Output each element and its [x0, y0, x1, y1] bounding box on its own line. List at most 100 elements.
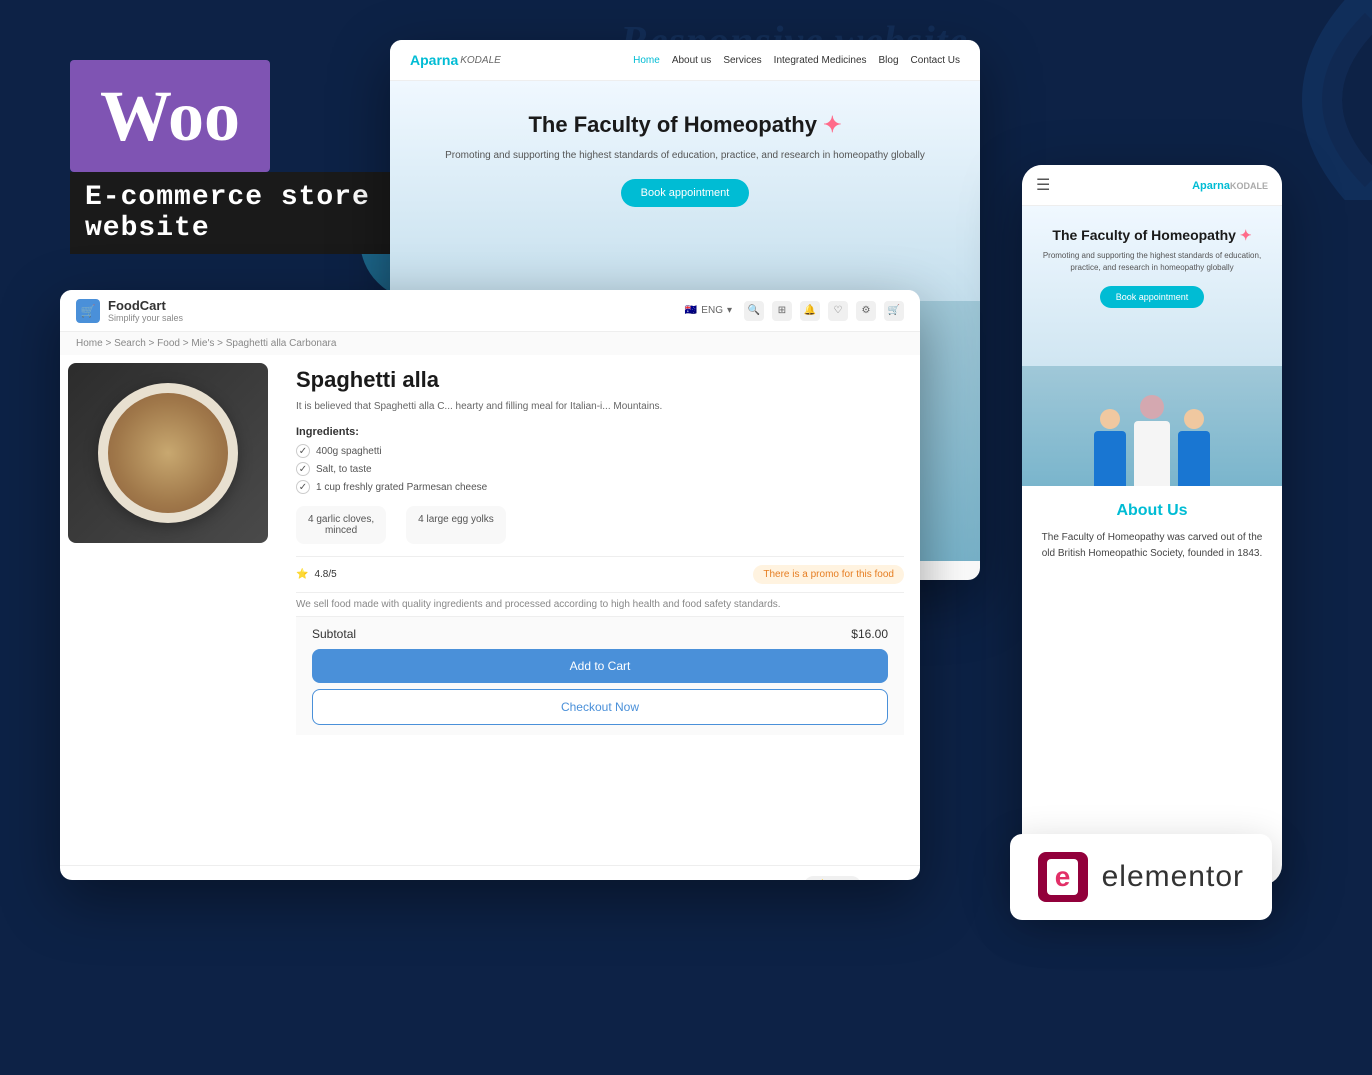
- fc-logo-text: FoodCart: [108, 298, 183, 313]
- fc-main: Spaghetti alla It is believed that Spagh…: [60, 355, 920, 865]
- nav-link-blog[interactable]: Blog: [879, 55, 899, 66]
- mob-vol-left: [1094, 409, 1126, 486]
- filter-button[interactable]: ⚡ Filter: [804, 876, 861, 880]
- chevron-down-icon: ▾: [727, 305, 732, 316]
- ing-text-2: Salt, to taste: [316, 464, 372, 475]
- elementor-e-icon: e: [1047, 859, 1079, 895]
- check-icon-1: ✓: [296, 444, 310, 458]
- pasta-inner: [108, 393, 228, 513]
- fc-lang: 🇦🇺 ENG ▾: [685, 305, 732, 316]
- mob-vol-right: [1178, 409, 1210, 486]
- bell-icon[interactable]: 🔔: [800, 301, 820, 321]
- fc-trending: Trending Food ⚡ Filter View All Salady F…: [60, 865, 920, 880]
- search-icon[interactable]: 🔍: [744, 301, 764, 321]
- nav-link-contact[interactable]: Contact Us: [911, 55, 960, 66]
- mob-about-text: The Faculty of Homeopathy was carved out…: [1036, 530, 1268, 562]
- nav-link-medicines[interactable]: Integrated Medicines: [774, 55, 867, 66]
- elementor-icon: e: [1038, 852, 1088, 902]
- mob-nav: ☰ AparnaKODALE: [1022, 165, 1282, 206]
- fc-logo-info: FoodCart Simplify your sales: [108, 298, 183, 323]
- fc-ing-item-2: ✓ Salt, to taste: [296, 462, 904, 476]
- fc-extra-garlic: 4 garlic cloves,minced: [296, 506, 386, 544]
- hero-title: The Faculty of Homeopathy ✦: [410, 111, 960, 140]
- nav-link-about[interactable]: About us: [672, 55, 711, 66]
- nav-link-home[interactable]: Home: [633, 55, 660, 66]
- mob-vol-head-center: [1140, 395, 1164, 419]
- mob-sparkle-icon: ✦: [1240, 226, 1252, 244]
- fc-logo-sub: Simplify your sales: [108, 313, 183, 323]
- fc-logo-icon: 🛒: [76, 299, 100, 323]
- fc-product-title: Spaghetti alla: [296, 367, 904, 393]
- mob-vol-body-left: [1094, 431, 1126, 486]
- fc-bottom: ⭐ 4.8/5 There is a promo for this food: [296, 556, 904, 592]
- mob-vol-center: [1134, 395, 1170, 486]
- woo-logo-text: Woo: [100, 80, 240, 152]
- fc-extras: 4 garlic cloves,minced 4 large egg yolks: [296, 506, 904, 544]
- hamburger-icon[interactable]: ☰: [1036, 175, 1050, 195]
- subtotal-label: Subtotal: [312, 627, 356, 641]
- settings-icon[interactable]: ⚙: [856, 301, 876, 321]
- fc-subtotal: Subtotal $16.00: [312, 627, 888, 641]
- mobile-mockup: ☰ AparnaKODALE The Faculty of Homeopathy…: [1022, 165, 1282, 885]
- woo-card: Woo E-commerce store website: [70, 60, 410, 254]
- mob-vol-head-left: [1100, 409, 1120, 429]
- fc-nav-icons: 🔍 ⊞ 🔔 ♡ ⚙ 🛒: [744, 301, 904, 321]
- pasta-plate: [98, 383, 238, 523]
- book-appointment-button[interactable]: Book appointment: [621, 179, 750, 207]
- mob-hero: The Faculty of Homeopathy ✦ Promoting an…: [1022, 206, 1282, 486]
- nav-logo-aparna: Aparna: [410, 52, 458, 68]
- heart-icon[interactable]: ♡: [828, 301, 848, 321]
- fc-ing-title: Ingredients:: [296, 426, 904, 438]
- add-to-cart-button[interactable]: Add to Cart: [312, 649, 888, 683]
- flag-icon: 🇦🇺: [685, 305, 697, 316]
- fc-trending-header: Trending Food ⚡ Filter View All: [76, 876, 904, 880]
- fc-ing-item-1: ✓ 400g spaghetti: [296, 444, 904, 458]
- mob-about: About Us The Faculty of Homeopathy was c…: [1022, 486, 1282, 578]
- main-scene: Responsive website Woo E-commerce store …: [0, 0, 1372, 1075]
- fc-left: [60, 355, 280, 865]
- fc-right: Spaghetti alla It is believed that Spagh…: [280, 355, 920, 865]
- mob-hero-content: The Faculty of Homeopathy ✦ Promoting an…: [1036, 226, 1268, 322]
- fc-cart-section: Subtotal $16.00 Add to Cart Checkout Now: [296, 616, 904, 735]
- checkout-button[interactable]: Checkout Now: [312, 689, 888, 725]
- mob-hero-title: The Faculty of Homeopathy ✦: [1036, 226, 1268, 244]
- ing-text-1: 400g spaghetti: [316, 446, 382, 457]
- woo-label-text: E-commerce store website: [85, 182, 395, 244]
- fc-ratings: ⭐ 4.8/5: [296, 569, 337, 580]
- fc-quality-note: We sell food made with quality ingredien…: [296, 592, 904, 616]
- mob-vol-body-right: [1178, 431, 1210, 486]
- star-icon: ⭐: [296, 569, 308, 580]
- nav-link-services[interactable]: Services: [723, 55, 761, 66]
- fc-nav-right: 🇦🇺 ENG ▾ 🔍 ⊞ 🔔 ♡ ⚙ 🛒: [685, 301, 904, 321]
- cart-icon[interactable]: 🛒: [884, 301, 904, 321]
- woo-label: E-commerce store website: [70, 172, 410, 254]
- grid-icon[interactable]: ⊞: [772, 301, 792, 321]
- nav-links: Home About us Services Integrated Medici…: [633, 55, 960, 66]
- fc-product-desc: It is believed that Spaghetti alla C... …: [296, 399, 904, 414]
- mob-logo-kodale: KODALE: [1230, 181, 1268, 191]
- elementor-badge: e elementor: [1010, 834, 1272, 920]
- mob-volunteer-scene: [1094, 366, 1210, 486]
- fc-nav: 🛒 FoodCart Simplify your sales 🇦🇺 ENG ▾ …: [60, 290, 920, 332]
- fc-logo: 🛒 FoodCart Simplify your sales: [76, 298, 183, 323]
- fc-trending-title: Trending Food: [76, 878, 166, 880]
- view-all-button[interactable]: View All: [869, 876, 904, 880]
- subtotal-value: $16.00: [851, 627, 888, 641]
- hero-subtitle: Promoting and supporting the highest sta…: [410, 148, 960, 163]
- lang-label: ENG: [701, 305, 723, 316]
- ing-text-3: 1 cup freshly grated Parmesan cheese: [316, 482, 487, 493]
- foodcart-mockup: 🛒 FoodCart Simplify your sales 🇦🇺 ENG ▾ …: [60, 290, 920, 880]
- elementor-text: elementor: [1102, 860, 1244, 894]
- mob-hero-subtitle: Promoting and supporting the highest sta…: [1036, 250, 1268, 274]
- fc-food-image: [68, 363, 268, 543]
- fc-breadcrumb: Home > Search > Food > Mie's > Spaghetti…: [60, 332, 920, 355]
- check-icon-3: ✓: [296, 480, 310, 494]
- sparkle-icon: ✦: [823, 111, 841, 140]
- fc-extra-eggs: 4 large egg yolks: [406, 506, 506, 544]
- mob-book-appointment-button[interactable]: Book appointment: [1100, 286, 1205, 308]
- fc-promo: There is a promo for this food: [753, 565, 904, 584]
- woo-logo: Woo: [70, 60, 270, 172]
- mob-about-title: About Us: [1036, 502, 1268, 520]
- mob-vol-body-center: [1134, 421, 1170, 486]
- nav-logo: Aparna KODALE: [410, 52, 501, 68]
